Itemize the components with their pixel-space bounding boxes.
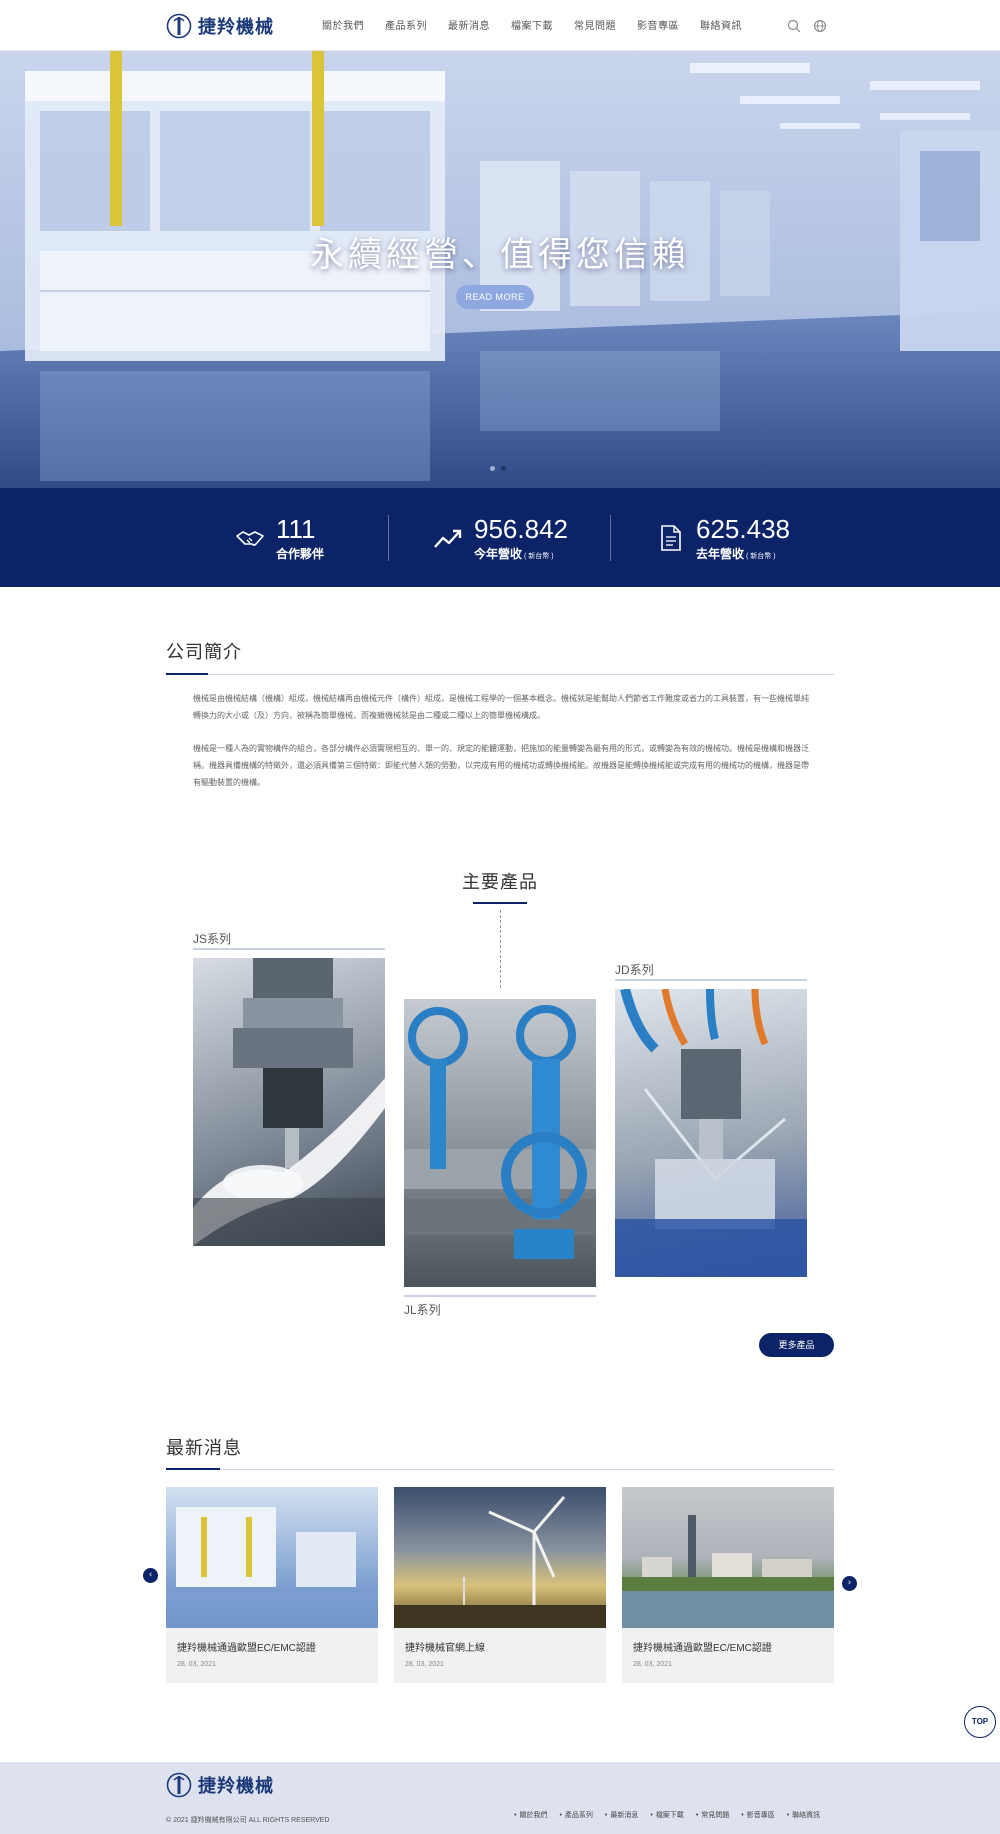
stat-value: 956.842 [474, 513, 568, 544]
footer-link-contact[interactable]: 聯絡資訊 [787, 1810, 820, 1820]
news-card[interactable]: 捷羚機械通過歐盟EC/EMC認證 28, 03, 2021 [622, 1487, 834, 1683]
stats-band: 111 合作夥伴 956.842 今年營收( 新台幣 ) 625.438 去年營… [0, 488, 1000, 587]
read-more-button[interactable]: READ MORE [456, 285, 534, 309]
cnc-coolant-image [615, 989, 807, 1277]
hero-title: 永續經營、值得您信賴 [310, 235, 690, 275]
handshake-icon [236, 531, 264, 546]
footer-link-downloads[interactable]: 檔案下載 [650, 1810, 684, 1820]
milling-machine-image [193, 958, 385, 1246]
trend-up-icon [434, 529, 462, 548]
footer-copyright: © 2021 捷羚機械有限公司 ALL RIGHTS RESERVED [166, 1817, 330, 1824]
stat-label: 去年營收( 新台幣 ) [696, 546, 776, 561]
footer-links: 關於我們 產品系列 最新消息 檔案下載 常見問題 影音專區 聯絡資訊 [514, 1810, 832, 1820]
logo-mark-icon [166, 1772, 192, 1798]
hero-banner: 永續經營、值得您信賴 READ MORE [0, 51, 1000, 488]
globe-icon[interactable] [813, 19, 827, 33]
news-item-title[interactable]: 捷羚機械通過歐盟EC/EMC認證 [633, 1639, 772, 1654]
footer-link-about[interactable]: 關於我們 [514, 1810, 547, 1820]
logo-text: 捷羚機械 [198, 17, 274, 38]
product-label-underline [404, 1295, 596, 1297]
products-title-underline [473, 902, 527, 904]
product-image-jd[interactable] [615, 989, 807, 1277]
news-item-date: 28, 03, 2021 [405, 1661, 444, 1668]
products-connector-line [500, 910, 501, 988]
news-image [394, 1487, 606, 1628]
stat-partners: 111 合作夥伴 [234, 510, 324, 566]
nav-item-about[interactable]: 關於我們 [322, 17, 364, 32]
site-header: 捷羚機械 關於我們 產品系列 最新消息 檔案下載 常見問題 影音專區 聯絡資訊 [0, 0, 1000, 51]
nav-item-news[interactable]: 最新消息 [448, 17, 490, 32]
main-nav: 關於我們 產品系列 最新消息 檔案下載 常見問題 影音專區 聯絡資訊 [322, 17, 763, 32]
products-title: 主要產品 [462, 872, 538, 893]
search-icon[interactable] [787, 19, 801, 33]
news-card[interactable]: 捷羚機械通過歐盟EC/EMC認證 28, 03, 2021 [166, 1487, 378, 1683]
site-logo[interactable]: 捷羚機械 [166, 10, 274, 42]
about-divider [166, 674, 834, 675]
site-footer: 捷羚機械 © 2021 捷羚機械有限公司 ALL RIGHTS RESERVED… [0, 1762, 1000, 1834]
news-prev-arrow[interactable]: ‹ [143, 1568, 158, 1583]
product-label-js[interactable]: JS系列 [193, 930, 231, 947]
slider-dot-1[interactable] [490, 466, 495, 471]
nav-item-faq[interactable]: 常見問題 [574, 17, 616, 32]
news-image [166, 1487, 378, 1628]
stat-value: 625.438 [696, 513, 790, 544]
logo-mark-icon [166, 13, 192, 39]
footer-logo[interactable]: 捷羚機械 [166, 1772, 274, 1798]
news-title: 最新消息 [166, 1438, 242, 1459]
product-label-underline [615, 979, 807, 981]
nav-item-downloads[interactable]: 檔案下載 [511, 17, 553, 32]
slider-dots [490, 466, 512, 471]
slider-dot-2[interactable] [501, 466, 506, 471]
footer-link-news[interactable]: 最新消息 [605, 1810, 638, 1820]
footer-link-video[interactable]: 影音專區 [741, 1810, 775, 1820]
about-paragraph-1: 機械是由機械結構（機構）組成，機械結構再由機械元件（構件）組成，是機械工程學的一… [193, 694, 809, 720]
stat-revenue-last-year: 625.438 去年營收( 新台幣 ) [654, 510, 790, 566]
news-item-date: 28, 03, 2021 [633, 1661, 672, 1668]
news-card[interactable]: 捷羚機械官網上線 28, 03, 2021 [394, 1487, 606, 1683]
city-river-thumbnail [622, 1515, 834, 1628]
document-icon [661, 525, 681, 551]
valve-image [404, 1005, 596, 1259]
stat-revenue-this-year: 956.842 今年營收( 新台幣 ) [432, 510, 568, 566]
more-products-button[interactable]: 更多產品 [759, 1333, 834, 1357]
product-label-jd[interactable]: JD系列 [615, 961, 654, 978]
nav-item-video[interactable]: 影音專區 [637, 17, 679, 32]
news-image [622, 1487, 834, 1628]
product-label-underline [193, 948, 385, 950]
product-label-jl[interactable]: JL系列 [404, 1301, 441, 1318]
stat-value: 111 [276, 513, 316, 544]
footer-link-products[interactable]: 產品系列 [559, 1810, 593, 1820]
nav-item-products[interactable]: 產品系列 [385, 17, 427, 32]
footer-logo-text: 捷羚機械 [198, 1776, 274, 1797]
news-item-title[interactable]: 捷羚機械官網上線 [405, 1639, 485, 1654]
about-title: 公司簡介 [166, 642, 242, 663]
nav-item-contact[interactable]: 聯絡資訊 [700, 17, 742, 32]
news-divider-accent [166, 1468, 220, 1470]
stat-divider [388, 515, 389, 561]
stat-label: 今年營收( 新台幣 ) [474, 546, 554, 561]
about-paragraph-2: 機械是一種人為的實物構件的組合，各部分構件必須實現相互的、單一的、規定的能體運動… [193, 744, 809, 787]
back-to-top-button[interactable]: TOP [964, 1706, 996, 1738]
footer-link-faq[interactable]: 常見問題 [696, 1810, 729, 1820]
news-item-title[interactable]: 捷羚機械通過歐盟EC/EMC認證 [177, 1639, 316, 1654]
wind-turbine-thumbnail [394, 1496, 606, 1628]
news-next-arrow[interactable]: › [842, 1576, 857, 1591]
news-divider [166, 1469, 834, 1470]
stat-divider [610, 515, 611, 561]
about-divider-accent [166, 673, 208, 675]
cleanroom-thumbnail [166, 1507, 378, 1628]
product-image-js[interactable] [193, 958, 385, 1246]
news-item-date: 28, 03, 2021 [177, 1661, 216, 1668]
stat-label: 合作夥伴 [276, 546, 325, 561]
product-image-jl[interactable] [404, 999, 596, 1287]
